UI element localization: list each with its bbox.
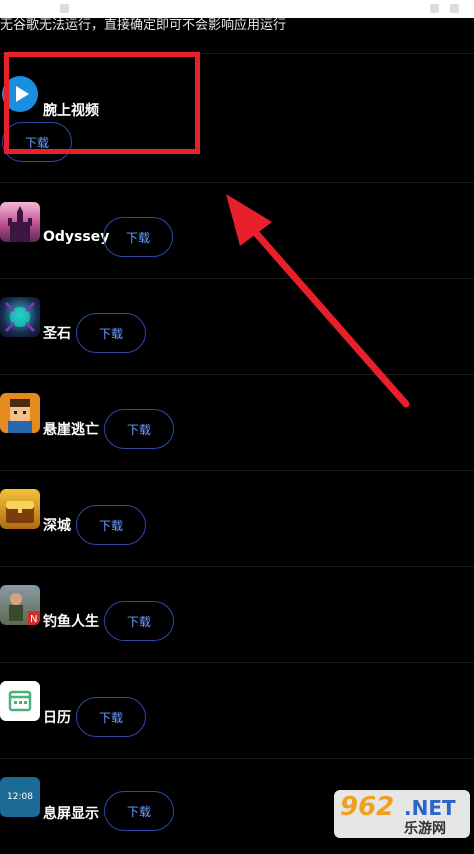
treasure-icon xyxy=(0,489,40,529)
app-name: 圣石 xyxy=(43,326,71,342)
list-item: 日历 下载 xyxy=(0,663,474,758)
app-name: 息屏显示 xyxy=(43,806,99,822)
app-name: 钓鱼人生 xyxy=(43,614,99,630)
calendar-icon xyxy=(0,681,40,721)
fisherman-icon: N xyxy=(0,585,40,625)
download-button[interactable]: 下载 xyxy=(103,217,173,257)
watermark-brand: 962 xyxy=(340,792,395,822)
download-button[interactable]: 下载 xyxy=(104,601,174,641)
app-name: 深城 xyxy=(43,518,71,534)
watermark-sub: 乐游网 xyxy=(404,821,446,837)
download-button[interactable]: 下载 xyxy=(104,409,174,449)
clock-screen-icon: 12:08 xyxy=(0,777,40,817)
list-item: Odyssey 下载 xyxy=(0,183,474,278)
list-item: 圣石 下载 xyxy=(0,279,474,374)
castle-icon xyxy=(0,202,40,242)
download-button[interactable]: 下载 xyxy=(76,505,146,545)
list-item: N 钓鱼人生 下载 xyxy=(0,567,474,662)
app-name: 日历 xyxy=(43,710,71,726)
svg-text:N: N xyxy=(30,614,37,625)
watermark-suffix: .NET xyxy=(404,796,456,820)
battery-icon xyxy=(450,4,459,13)
character-icon xyxy=(0,393,40,433)
watermark-logo: 962 .NET 乐游网 xyxy=(334,790,470,838)
annotation-box xyxy=(4,52,200,154)
app-name: Odyssey xyxy=(43,229,110,245)
monster-icon xyxy=(0,297,40,337)
download-button[interactable]: 下载 xyxy=(76,697,146,737)
list-item: 悬崖逃亡 下载 xyxy=(0,375,474,470)
status-icon xyxy=(60,4,69,13)
app-name: 悬崖逃亡 xyxy=(43,422,99,438)
list-item: 深城 下载 xyxy=(0,471,474,566)
wifi-icon xyxy=(430,4,439,13)
download-button[interactable]: 下载 xyxy=(76,313,146,353)
notice-text: 无谷歌无法运行，直接确定即可不会影响应用运行 xyxy=(0,18,287,33)
download-button[interactable]: 下载 xyxy=(104,791,174,831)
clock-time-text: 12:08 xyxy=(7,792,33,802)
